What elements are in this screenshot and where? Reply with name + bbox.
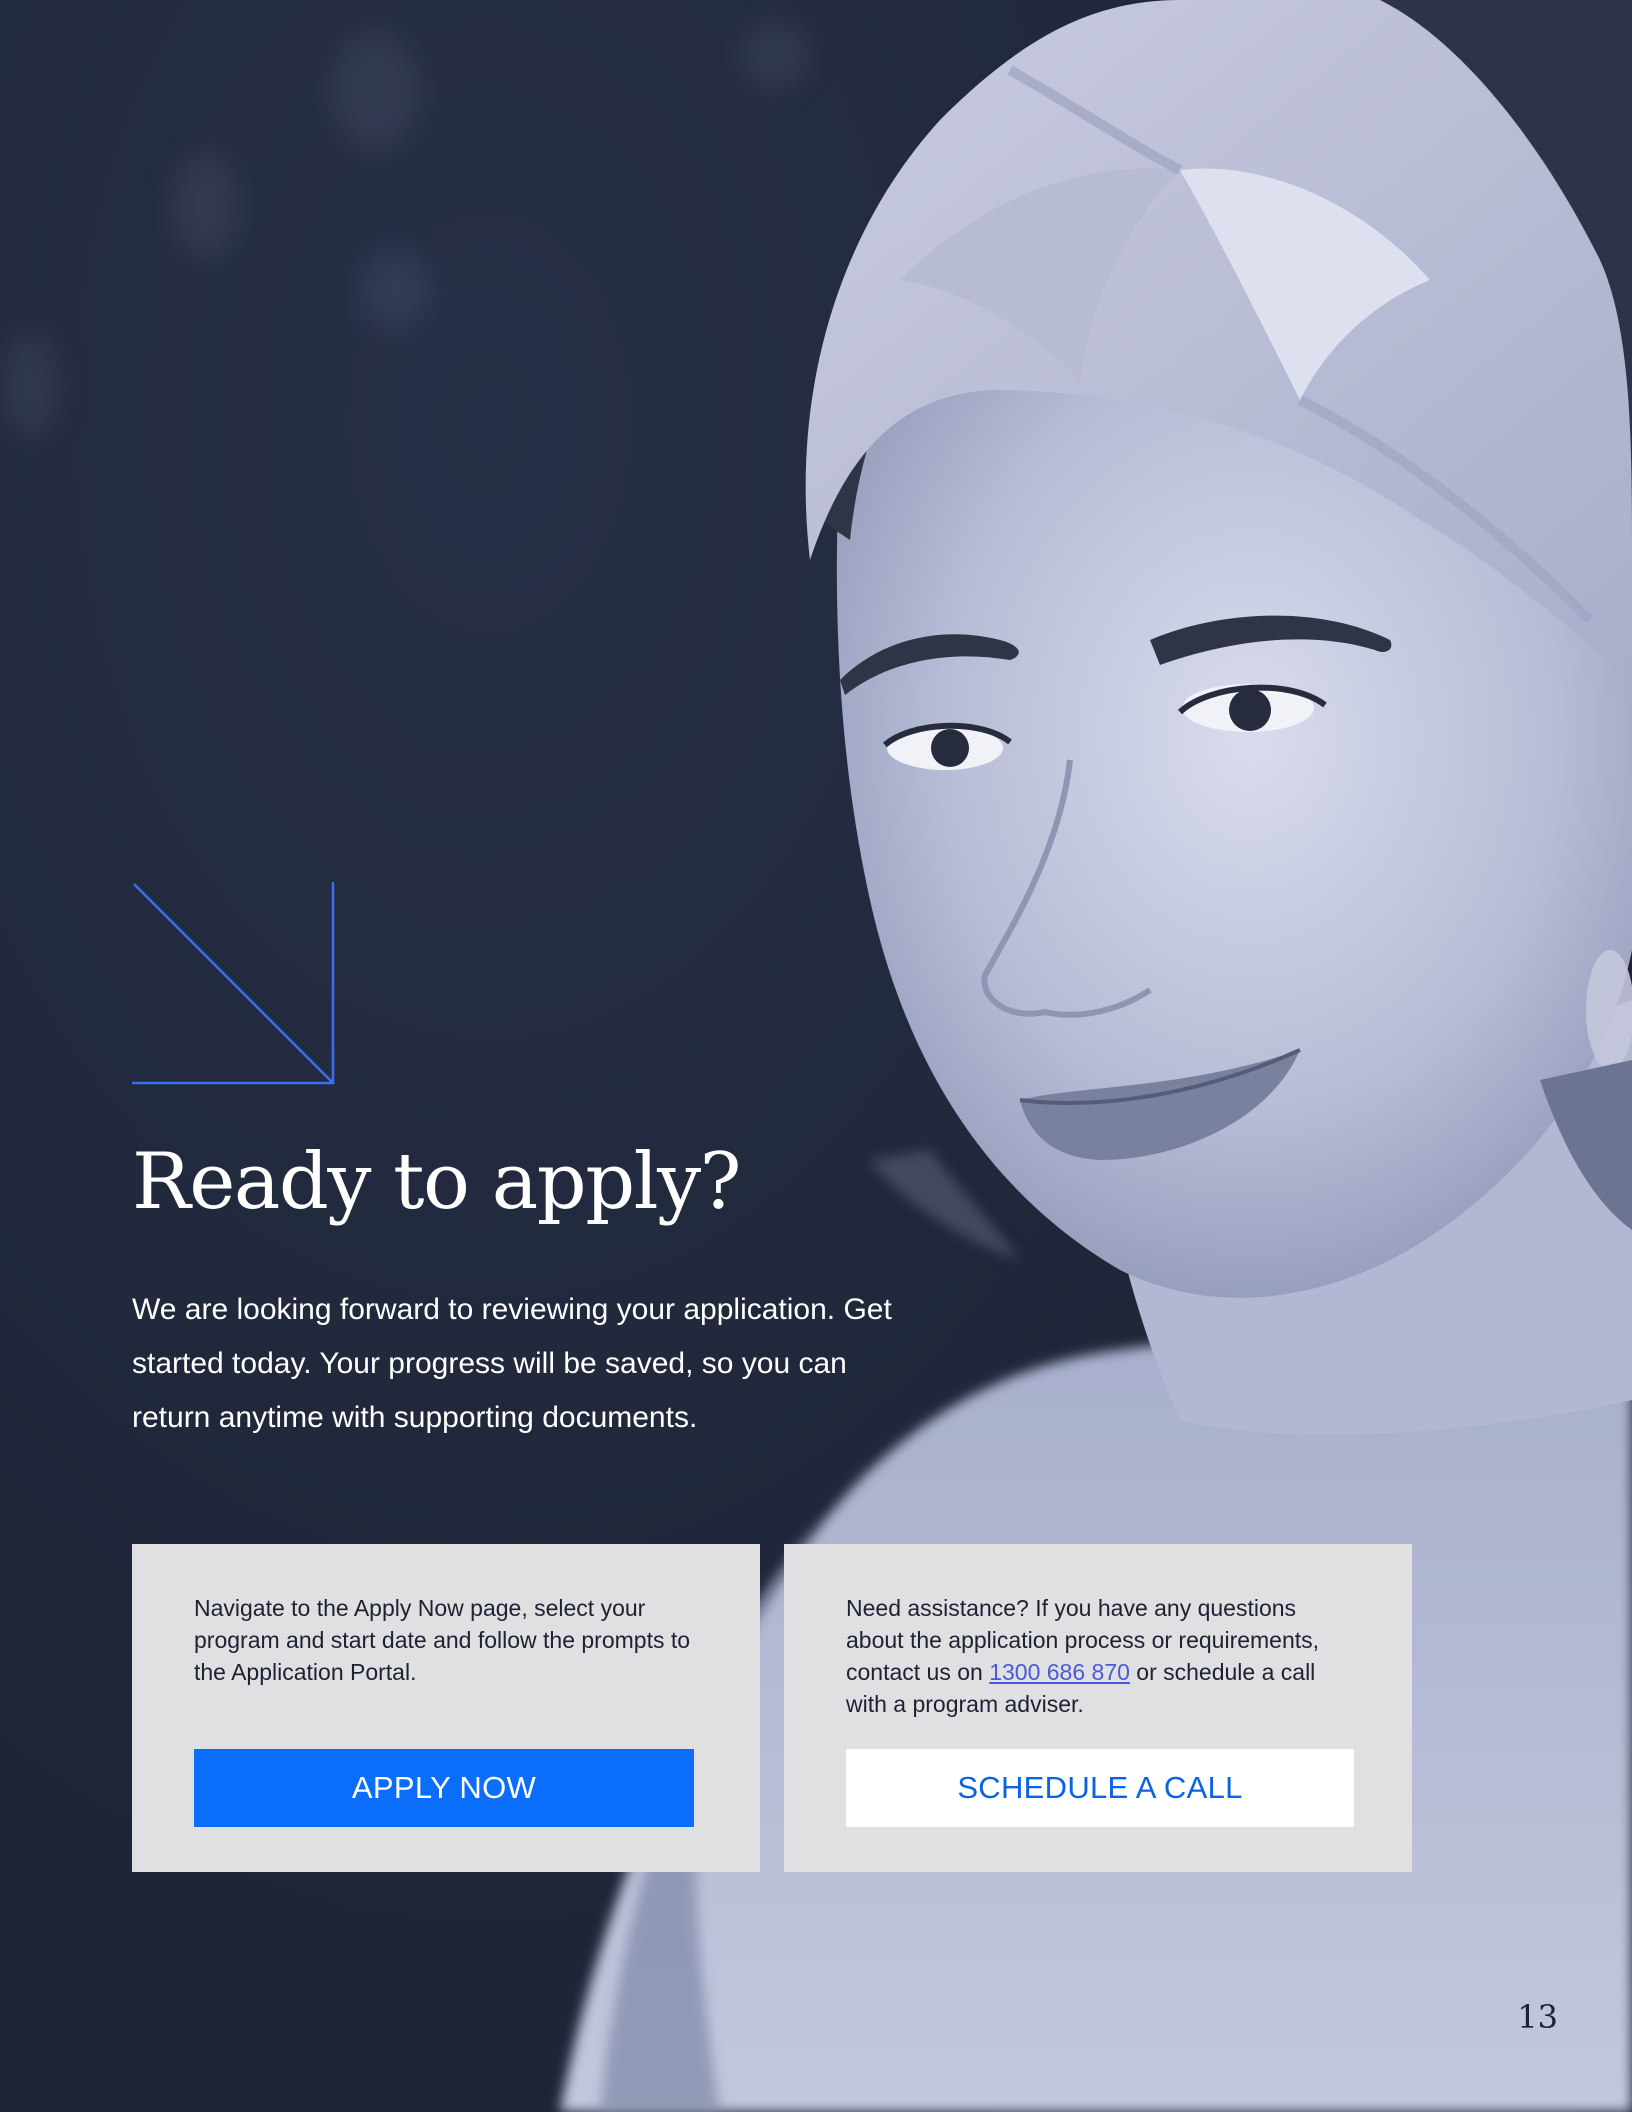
assistance-card: Need assistance? If you have any questio… <box>784 1544 1412 1872</box>
intro-paragraph: We are looking forward to reviewing your… <box>132 1293 892 1434</box>
apply-card-text: Navigate to the Apply Now page, select y… <box>194 1595 691 1685</box>
schedule-call-button[interactable]: SCHEDULE A CALL <box>846 1749 1354 1827</box>
arrow-down-right-icon <box>132 882 335 1085</box>
page: Ready to apply? We are looking forward t… <box>0 0 1632 2112</box>
apply-card: Navigate to the Apply Now page, select y… <box>132 1544 760 1872</box>
page-title: Ready to apply? <box>132 1137 741 1227</box>
phone-link[interactable]: 1300 686 870 <box>989 1659 1130 1685</box>
apply-now-button[interactable]: APPLY NOW <box>194 1749 694 1827</box>
page-number: 13 <box>1517 1998 1558 2036</box>
assistance-card-text: Need assistance? If you have any questio… <box>846 1592 1356 1720</box>
